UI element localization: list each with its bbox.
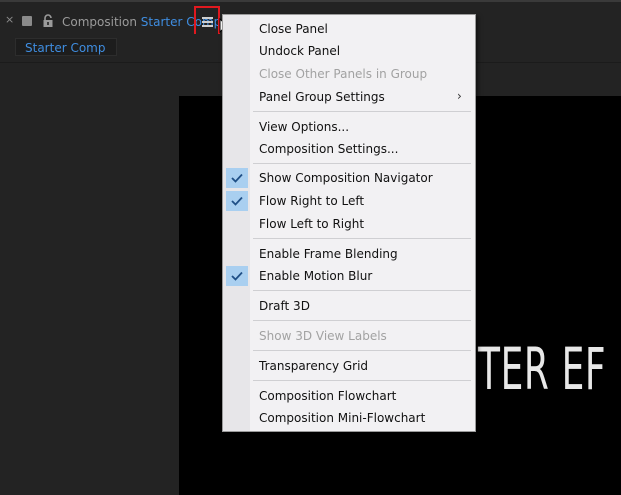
close-tab-icon[interactable]: ×: [5, 13, 14, 27]
menu-separator: [253, 111, 471, 112]
menu-separator: [253, 238, 471, 239]
menu-separator: [253, 320, 471, 321]
menu-separator: [253, 380, 471, 381]
panel-title-prefix: Composition: [62, 15, 137, 29]
checkmark-icon: [226, 191, 248, 211]
menu-item-close-other-panels: Close Other Panels in Group: [259, 67, 428, 81]
after-effects-composition-panel: × Composition Starter Comp Starter Comp …: [0, 0, 621, 495]
menu-item-flow-right-to-left[interactable]: Flow Right to Left: [259, 191, 364, 211]
submenu-arrow-icon: ›: [457, 89, 462, 103]
hamburger-line-icon: [202, 21, 213, 23]
menu-item-close-panel[interactable]: Close Panel: [259, 19, 328, 39]
menu-item-panel-group-settings[interactable]: Panel Group Settings: [259, 87, 385, 107]
menu-item-show-3d-view-labels: Show 3D View Labels: [259, 329, 387, 343]
panel-context-menu: Close Panel Undock Panel Close Other Pan…: [222, 14, 476, 432]
menu-item-composition-settings[interactable]: Composition Settings...: [259, 139, 398, 159]
lock-icon[interactable]: [42, 13, 54, 27]
menu-item-transparency-grid[interactable]: Transparency Grid: [259, 356, 368, 376]
hamburger-line-icon: [202, 17, 213, 19]
composition-tab[interactable]: Starter Comp: [15, 38, 117, 56]
menu-item-draft-3d[interactable]: Draft 3D: [259, 296, 310, 316]
menu-item-enable-motion-blur[interactable]: Enable Motion Blur: [259, 266, 372, 286]
menu-item-composition-flowchart[interactable]: Composition Flowchart: [259, 386, 396, 406]
menu-item-undock-panel[interactable]: Undock Panel: [259, 41, 340, 61]
menu-separator: [253, 163, 471, 164]
checkmark-icon: [226, 168, 248, 188]
viewer-title-text: TER EF: [478, 335, 607, 403]
menu-gutter: [223, 15, 250, 431]
checkmark-icon: [226, 266, 248, 286]
menu-item-show-composition-navigator[interactable]: Show Composition Navigator: [259, 168, 433, 188]
menu-item-enable-frame-blending[interactable]: Enable Frame Blending: [259, 244, 398, 264]
hamburger-line-icon: [202, 25, 213, 27]
panel-color-square-icon: [22, 16, 32, 26]
menu-item-view-options[interactable]: View Options...: [259, 117, 349, 137]
menu-item-flow-left-to-right[interactable]: Flow Left to Right: [259, 214, 364, 234]
menu-separator: [253, 290, 471, 291]
menu-separator: [253, 350, 471, 351]
panel-menu-button[interactable]: [194, 6, 220, 36]
menu-item-composition-mini-flowchart[interactable]: Composition Mini-Flowchart: [259, 408, 425, 428]
